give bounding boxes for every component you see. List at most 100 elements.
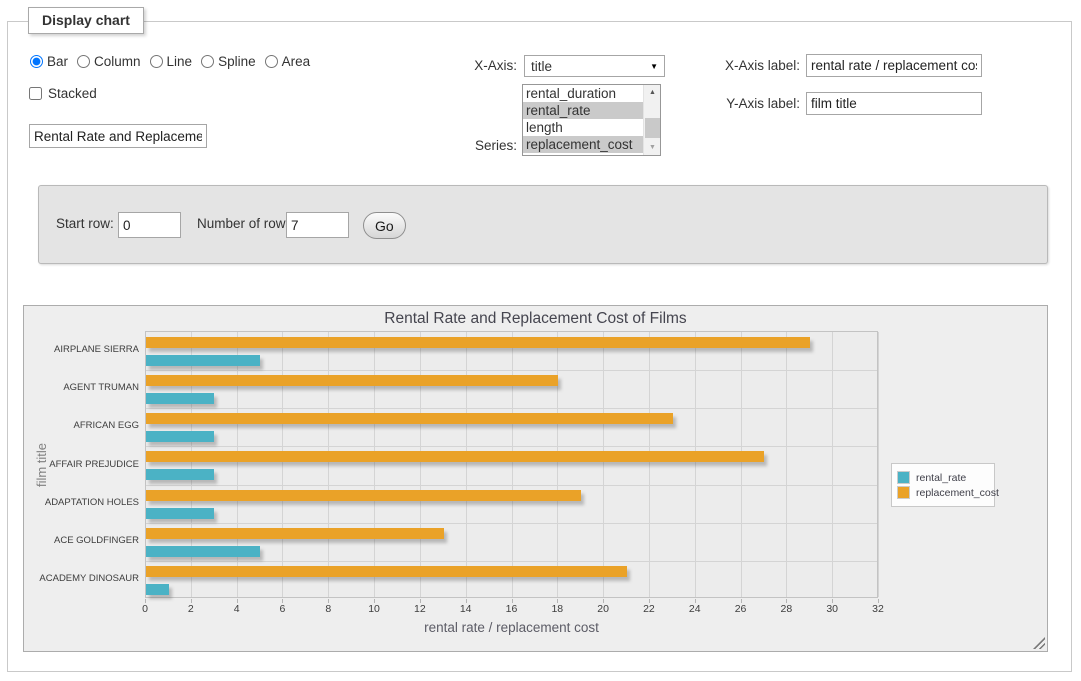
gridline-v — [328, 332, 329, 597]
gridline-v — [741, 332, 742, 597]
category-label: AIRPLANE SIERRA — [27, 344, 139, 355]
y-axis-label-caption: Y-Axis label: — [694, 96, 800, 111]
chart-title-input[interactable] — [29, 124, 207, 148]
x-axis-tick-label: 30 — [817, 603, 847, 615]
chart-type-text: Column — [94, 54, 141, 69]
series-listbox-label: Series: — [440, 138, 517, 153]
chart-type-text: Line — [167, 54, 193, 69]
x-axis-label-input[interactable] — [806, 54, 982, 77]
go-button[interactable]: Go — [363, 212, 406, 239]
chart-type-radio-bar[interactable] — [30, 55, 43, 68]
bar-replacement_cost — [146, 375, 558, 386]
gridline-v — [786, 332, 787, 597]
gridline-v — [512, 332, 513, 597]
scroll-down-icon[interactable]: ▼ — [644, 140, 661, 155]
chart-type-area[interactable]: Area — [265, 54, 311, 69]
stacked-label: Stacked — [48, 86, 97, 101]
chart-type-radio-spline[interactable] — [201, 55, 214, 68]
category-label: ACE GOLDFINGER — [27, 535, 139, 546]
legend-entry: replacement_cost — [897, 486, 989, 499]
x-axis-tick-label: 26 — [726, 603, 756, 615]
number-of-rows-input[interactable] — [286, 212, 349, 238]
x-axis-tick-label: 16 — [497, 603, 527, 615]
gridline-v — [420, 332, 421, 597]
chart-type-radiogroup: Bar Column Line Spline Area — [30, 54, 319, 69]
gridline-h — [146, 446, 877, 447]
series-listbox[interactable]: rental_durationrental_ratelengthreplacem… — [522, 84, 661, 156]
chart-legend: rental_rate replacement_cost — [891, 463, 995, 507]
gridline-v — [878, 332, 879, 597]
series-option-rental_rate[interactable]: rental_rate — [523, 102, 643, 119]
x-axis-tick-label: 28 — [771, 603, 801, 615]
row-range-toolbar: Start row: Number of rows: Go — [38, 185, 1048, 264]
chart-type-radio-area[interactable] — [265, 55, 278, 68]
scrollbar-thumb[interactable] — [645, 118, 660, 138]
bar-replacement_cost — [146, 490, 581, 501]
gridline-h — [146, 485, 877, 486]
resize-handle-icon[interactable] — [1033, 637, 1045, 649]
gridline-v — [237, 332, 238, 597]
gridline-v — [282, 332, 283, 597]
gridline-v — [649, 332, 650, 597]
legend-label: replacement_cost — [916, 487, 999, 499]
x-axis-tick-label: 6 — [267, 603, 297, 615]
gridline-v — [832, 332, 833, 597]
start-row-input[interactable] — [118, 212, 181, 238]
chart-type-radio-line[interactable] — [150, 55, 163, 68]
gridline-v — [557, 332, 558, 597]
start-row-label: Start row: — [56, 216, 114, 231]
x-axis-tick-label: 22 — [634, 603, 664, 615]
chevron-down-icon: ▼ — [650, 62, 658, 71]
panel-legend-text: Display chart — [42, 12, 130, 28]
gridline-v — [191, 332, 192, 597]
chart-type-text: Bar — [47, 54, 68, 69]
legend-entry: rental_rate — [897, 471, 989, 484]
stacked-checkbox[interactable] — [29, 87, 42, 100]
chart-type-spline[interactable]: Spline — [201, 54, 256, 69]
stacked-checkbox-row[interactable]: Stacked — [29, 86, 97, 101]
bar-rental_rate — [146, 584, 169, 595]
bar-rental_rate — [146, 431, 214, 442]
scroll-up-icon[interactable]: ▲ — [644, 85, 661, 100]
series-option-rental_duration[interactable]: rental_duration — [523, 85, 643, 102]
x-axis-select[interactable]: title ▼ — [524, 55, 665, 77]
gridline-v — [603, 332, 604, 597]
x-axis-selected-value: title — [531, 59, 552, 74]
chart-title: Rental Rate and Replacement Cost of Film… — [24, 310, 1047, 328]
bar-replacement_cost — [146, 413, 673, 424]
panel-legend: Display chart — [28, 7, 144, 34]
x-axis-tick-label: 20 — [588, 603, 618, 615]
bar-rental_rate — [146, 508, 214, 519]
chart-type-radio-column[interactable] — [77, 55, 90, 68]
x-axis-tick-label: 4 — [222, 603, 252, 615]
bar-replacement_cost — [146, 528, 444, 539]
bar-rental_rate — [146, 355, 260, 366]
category-label: AFFAIR PREJUDICE — [27, 459, 139, 470]
bar-replacement_cost — [146, 566, 627, 577]
chart-type-line[interactable]: Line — [150, 54, 193, 69]
category-label: AGENT TRUMAN — [27, 382, 139, 393]
bar-rental_rate — [146, 393, 214, 404]
x-axis-tick-label: 10 — [359, 603, 389, 615]
gridline-v — [466, 332, 467, 597]
y-axis-label-input[interactable] — [806, 92, 982, 115]
x-axis-tick-label: 0 — [130, 603, 160, 615]
series-option-replacement_cost[interactable]: replacement_cost — [523, 136, 643, 153]
chart-type-text: Spline — [218, 54, 256, 69]
series-option-length[interactable]: length — [523, 119, 643, 136]
category-label: ACADEMY DINOSAUR — [27, 573, 139, 584]
x-axis-label-caption: X-Axis label: — [694, 58, 800, 73]
gridline-h — [146, 370, 877, 371]
x-axis-tick-label: 2 — [176, 603, 206, 615]
x-axis-tick-label: 8 — [313, 603, 343, 615]
gridline-v — [695, 332, 696, 597]
listbox-scrollbar[interactable]: ▲ ▼ — [643, 85, 660, 155]
chart-type-column[interactable]: Column — [77, 54, 141, 69]
bar-rental_rate — [146, 546, 260, 557]
chart-type-bar[interactable]: Bar — [30, 54, 68, 69]
gridline-h — [146, 561, 877, 562]
chart-container: Rental Rate and Replacement Cost of Film… — [23, 305, 1048, 652]
bar-replacement_cost — [146, 451, 764, 462]
bar-rental_rate — [146, 469, 214, 480]
x-axis-tick-label: 14 — [451, 603, 481, 615]
